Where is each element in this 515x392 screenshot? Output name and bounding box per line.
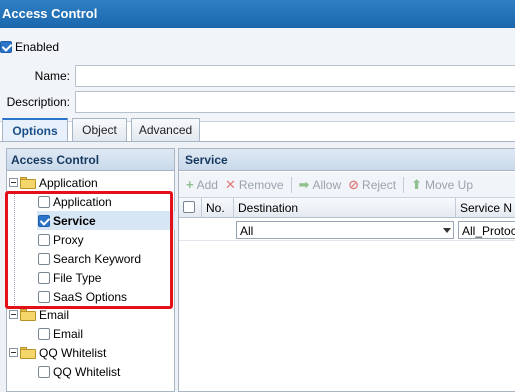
tab-advanced[interactable]: Advanced bbox=[131, 118, 200, 142]
column-destination[interactable]: Destination bbox=[234, 198, 456, 218]
tab-object[interactable]: Object bbox=[72, 118, 127, 142]
add-button[interactable]: + Add bbox=[186, 177, 218, 192]
tree-folder-email[interactable]: Email bbox=[9, 305, 69, 324]
tree-folder-qq-whitelist[interactable]: QQ Whitelist bbox=[9, 343, 106, 362]
tree-item-proxy[interactable]: Proxy bbox=[38, 230, 84, 249]
enabled-toggle[interactable]: Enabled bbox=[0, 40, 59, 54]
collapse-icon[interactable] bbox=[9, 348, 18, 357]
enabled-checkbox[interactable] bbox=[0, 41, 12, 53]
select-all-cell bbox=[179, 198, 202, 218]
options-content: Access Control Application Application S… bbox=[0, 142, 515, 392]
description-label: Description: bbox=[6, 95, 70, 109]
move-up-button[interactable]: ⬆ Move Up bbox=[411, 177, 473, 193]
collapse-icon[interactable] bbox=[9, 310, 18, 319]
column-no[interactable]: No. bbox=[202, 198, 234, 218]
tab-bar: Options Object Advanced bbox=[0, 118, 515, 143]
name-label: Name: bbox=[34, 69, 70, 83]
destination-select[interactable]: All bbox=[236, 221, 454, 239]
tree-item-qq-whitelist[interactable]: QQ Whitelist bbox=[38, 362, 120, 381]
tree-item-service[interactable]: Service bbox=[37, 211, 175, 230]
qq-whitelist-checkbox[interactable] bbox=[38, 365, 50, 378]
arrow-right-icon: ➡ bbox=[298, 176, 310, 192]
window-title: Access Control bbox=[2, 6, 98, 21]
service-checkbox[interactable] bbox=[38, 214, 50, 227]
table-row: All All_Protoc bbox=[179, 219, 515, 241]
application-checkbox[interactable] bbox=[38, 195, 50, 208]
allow-button[interactable]: ➡ Allow bbox=[299, 177, 342, 193]
tree-item-search-keyword[interactable]: Search Keyword bbox=[38, 249, 141, 268]
collapse-icon[interactable] bbox=[9, 178, 18, 187]
ban-icon: ⊘ bbox=[348, 176, 360, 192]
description-input[interactable] bbox=[75, 91, 515, 113]
arrow-up-icon: ⬆ bbox=[411, 176, 422, 192]
service-panel: Service + Add ✕ Remove ➡ Allow ⊘ Reject … bbox=[178, 148, 515, 392]
file-type-checkbox[interactable] bbox=[38, 271, 50, 284]
tree-panel-title: Access Control bbox=[7, 149, 174, 171]
service-panel-title: Service bbox=[179, 149, 515, 171]
tree-item-application[interactable]: Application bbox=[38, 192, 112, 211]
tree-item-file-type[interactable]: File Type bbox=[38, 268, 101, 287]
window-title-bar: Access Control bbox=[0, 0, 515, 28]
folder-icon bbox=[20, 346, 36, 359]
toolbar-separator bbox=[403, 176, 405, 193]
chevron-down-icon bbox=[443, 228, 451, 233]
tree-item-saas-options[interactable]: SaaS Options bbox=[38, 287, 127, 306]
email-checkbox[interactable] bbox=[38, 327, 50, 340]
name-input[interactable] bbox=[75, 65, 515, 87]
select-all-checkbox[interactable] bbox=[183, 201, 195, 213]
column-service-name[interactable]: Service N bbox=[456, 198, 515, 218]
proxy-checkbox[interactable] bbox=[38, 233, 50, 246]
access-control-tree-panel: Access Control Application Application S… bbox=[6, 148, 175, 392]
grid-header: No. Destination Service N bbox=[179, 198, 515, 218]
tab-options[interactable]: Options bbox=[2, 118, 68, 143]
folder-icon bbox=[20, 176, 36, 189]
remove-button[interactable]: ✕ Remove bbox=[225, 177, 284, 193]
saas-options-checkbox[interactable] bbox=[38, 290, 50, 303]
tree-item-email[interactable]: Email bbox=[38, 324, 83, 343]
reject-button[interactable]: ⊘ Reject bbox=[348, 177, 396, 193]
plus-icon: + bbox=[186, 177, 194, 192]
tree-folder-application[interactable]: Application bbox=[9, 173, 98, 192]
toolbar-separator bbox=[290, 176, 292, 193]
close-icon: ✕ bbox=[224, 176, 236, 192]
enabled-label: Enabled bbox=[15, 40, 60, 54]
folder-icon bbox=[20, 308, 36, 321]
service-select[interactable]: All_Protoc bbox=[458, 221, 515, 239]
general-settings: Enabled Name: Description: bbox=[0, 28, 515, 122]
service-toolbar: + Add ✕ Remove ➡ Allow ⊘ Reject ⬆ Move U… bbox=[179, 172, 515, 198]
tree-connector bbox=[14, 191, 15, 311]
search-keyword-checkbox[interactable] bbox=[38, 252, 50, 265]
